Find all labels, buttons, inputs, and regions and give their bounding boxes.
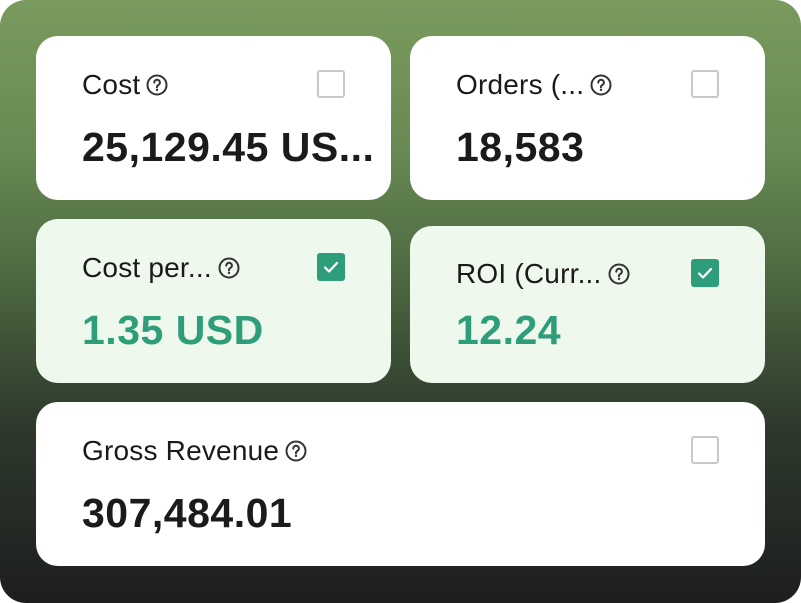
metric-card-roi[interactable]: ROI (Curr... 12.24 [410, 226, 765, 383]
metric-value: 25,129.45 US... [82, 124, 375, 170]
checkmark-icon [323, 261, 339, 273]
help-icon[interactable] [218, 257, 240, 279]
metric-title: Cost per... [82, 252, 212, 283]
metric-title: Orders (... [456, 69, 585, 100]
metrics-panel: Cost 25,129.45 US... Orders (... 18,583 … [0, 0, 801, 603]
metric-value: 12.24 [456, 307, 562, 353]
help-icon[interactable] [285, 440, 307, 462]
metric-checkbox[interactable] [317, 70, 345, 98]
metric-value: 307,484.01 [82, 490, 293, 536]
metric-card-orders[interactable]: Orders (... 18,583 [410, 36, 765, 200]
metric-checkbox[interactable] [317, 253, 345, 281]
metric-checkbox[interactable] [691, 70, 719, 98]
metric-checkbox[interactable] [691, 436, 719, 464]
metric-title: ROI (Curr... [456, 258, 602, 289]
help-icon[interactable] [590, 74, 612, 96]
checkmark-icon [697, 267, 713, 279]
metric-card-cost[interactable]: Cost 25,129.45 US... [36, 36, 391, 200]
metric-title: Cost [82, 69, 141, 100]
metric-card-cost-per[interactable]: Cost per... 1.35 USD [36, 219, 391, 383]
metric-value: 18,583 [456, 124, 585, 170]
metric-value: 1.35 USD [82, 307, 264, 353]
metric-card-gross-revenue[interactable]: Gross Revenue 307,484.01 [36, 402, 765, 566]
help-icon[interactable] [146, 74, 168, 96]
metric-checkbox[interactable] [691, 259, 719, 287]
help-icon[interactable] [608, 263, 630, 285]
metric-title: Gross Revenue [82, 435, 280, 466]
